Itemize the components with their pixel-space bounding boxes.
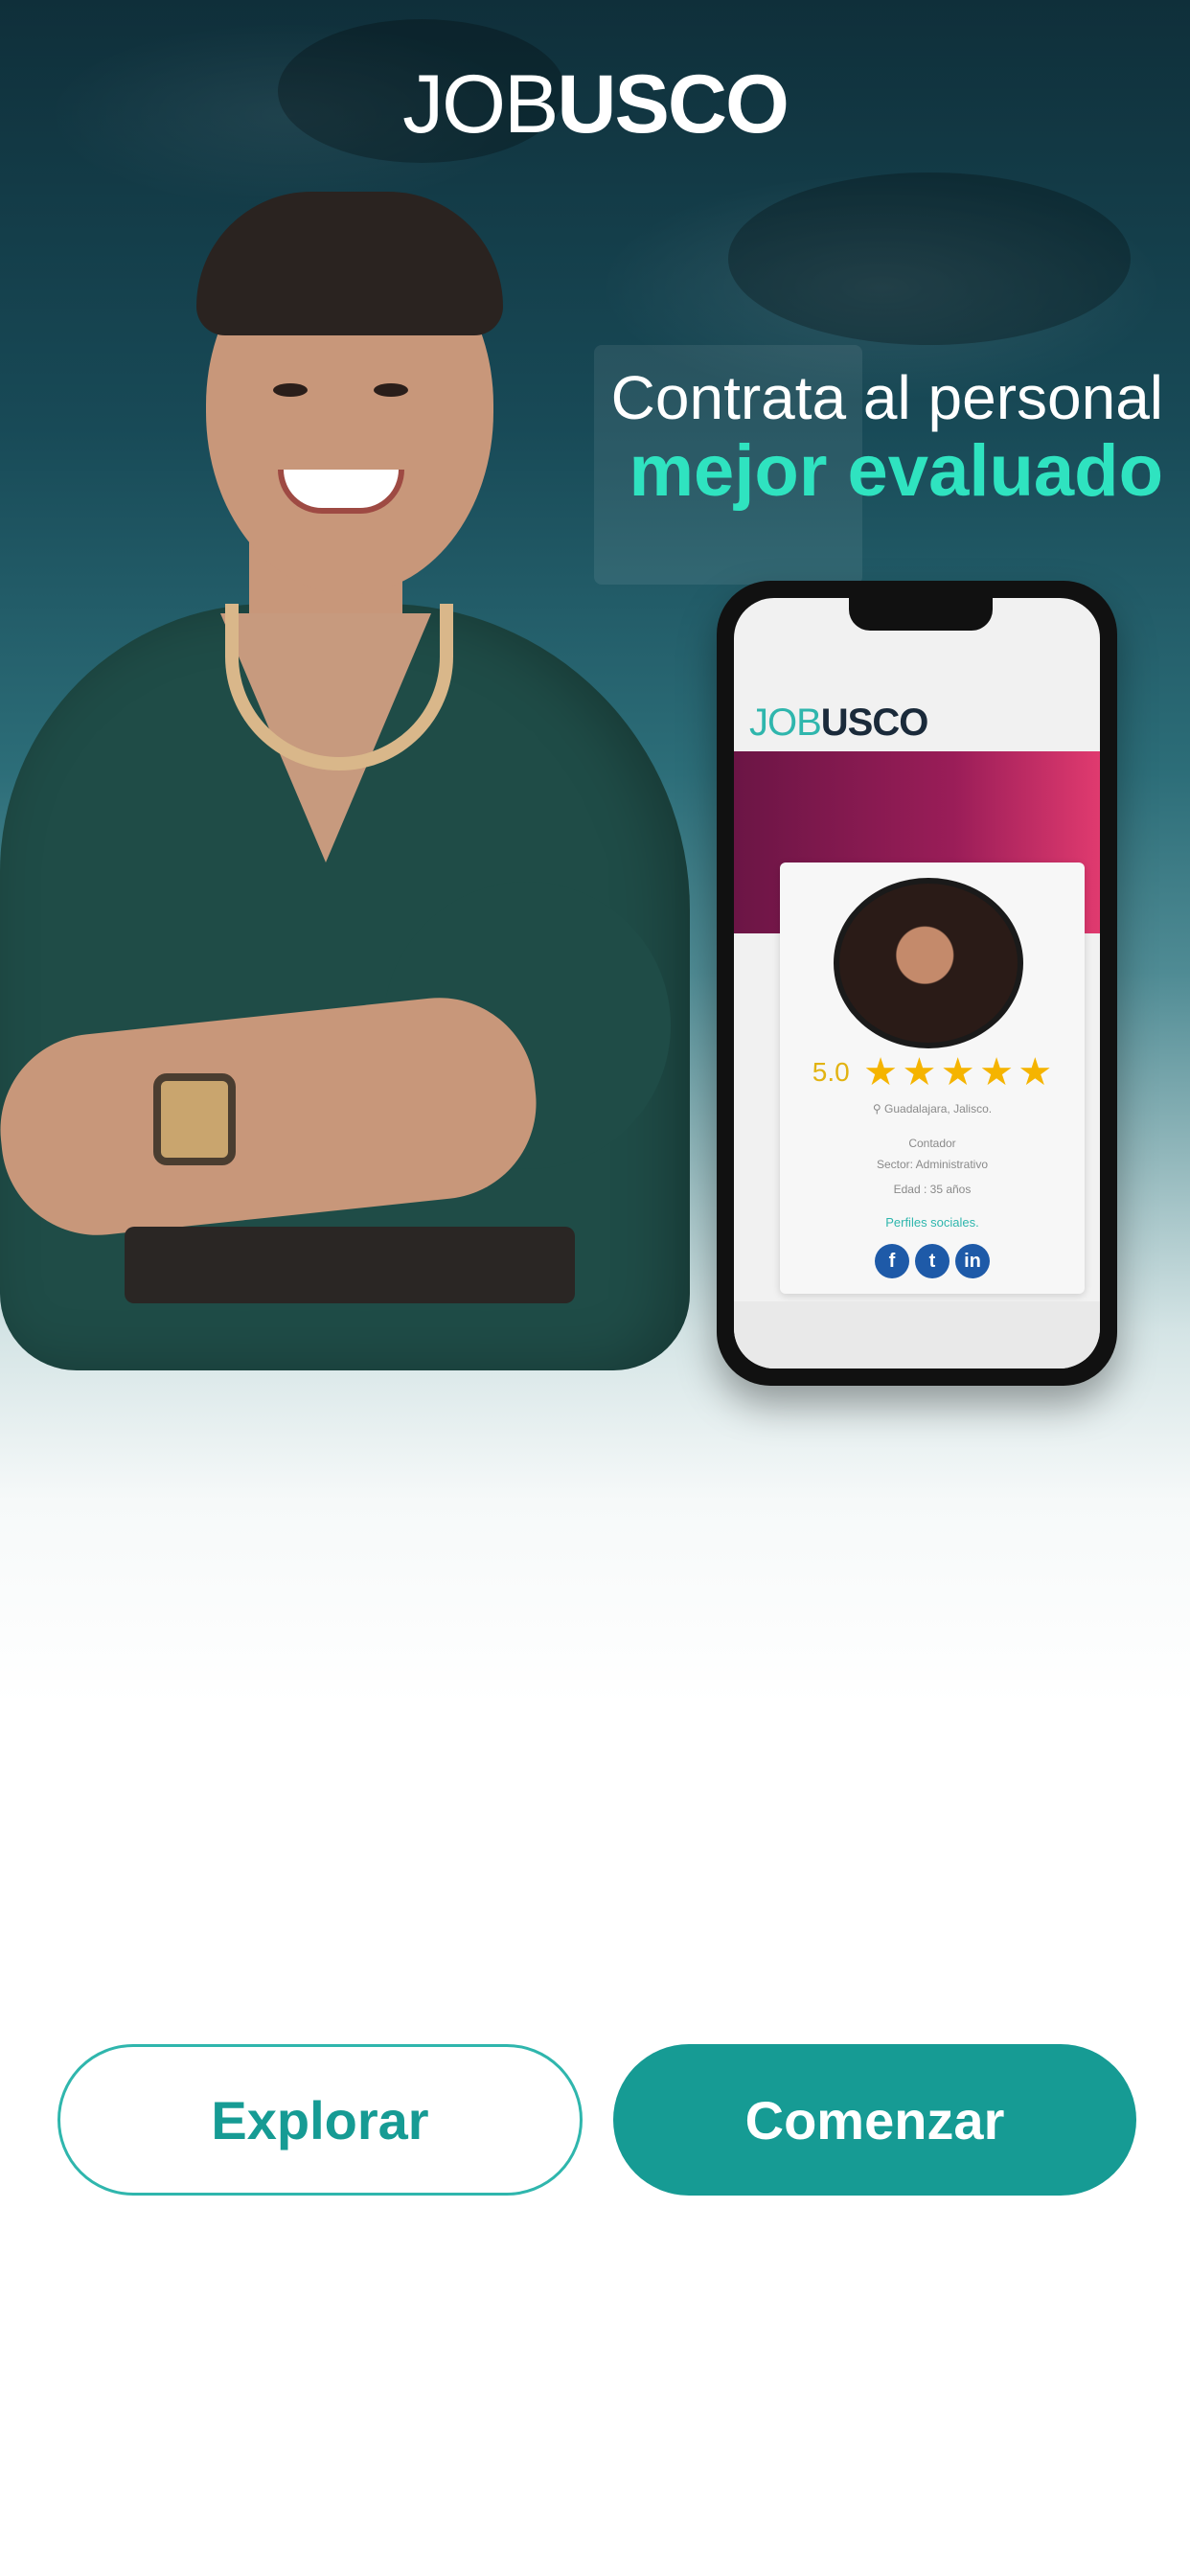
tagline-highlight: mejor evaluado <box>629 430 1163 513</box>
person-eye <box>374 383 408 397</box>
watch-icon <box>153 1073 236 1165</box>
profile-age: Edad : 35 años <box>893 1183 972 1196</box>
location-pin-icon: ⚲ <box>872 1102 885 1116</box>
phone-notch <box>849 598 993 631</box>
app-logo: JOBUSCO <box>0 63 1190 146</box>
phone-mockup: JOBUSCO 5.0 ★ ★ ★ ★ ★ ⚲ Guadalajara, Jal… <box>717 581 1117 1386</box>
star-icon: ★ <box>1018 1051 1053 1093</box>
rating-value: 5.0 <box>812 1057 850 1087</box>
star-icon: ★ <box>979 1051 1014 1093</box>
phone-logo-job: JOB <box>749 702 822 744</box>
star-icon: ★ <box>863 1051 898 1093</box>
person-eye <box>273 383 308 397</box>
phone-screen: JOBUSCO 5.0 ★ ★ ★ ★ ★ ⚲ Guadalajara, Jal… <box>734 598 1100 1368</box>
profile-role: Contador <box>908 1137 956 1150</box>
hero-person-illustration <box>0 153 728 1447</box>
logo-job: JOB <box>402 58 559 150</box>
phone-status-bar <box>753 636 1081 656</box>
profile-location: ⚲ Guadalajara, Jalisco. <box>780 1102 1085 1116</box>
person-belt <box>125 1227 575 1303</box>
logo-usco: USCO <box>557 58 789 150</box>
explore-button[interactable]: Explorar <box>57 2044 583 2196</box>
profile-card: 5.0 ★ ★ ★ ★ ★ ⚲ Guadalajara, Jalisco. Co… <box>780 862 1085 1294</box>
phone-logo-usco: USCO <box>820 702 929 744</box>
facebook-icon: f <box>875 1244 909 1278</box>
twitter-icon: t <box>915 1244 950 1278</box>
social-icons: f t in <box>780 1244 1085 1278</box>
onboarding-screen: JOBUSCO Contrata al personal mejor evalu… <box>0 0 1190 2576</box>
profile-avatar <box>834 878 1023 1048</box>
linkedin-icon: in <box>955 1244 990 1278</box>
background-lamp <box>728 172 1131 345</box>
tagline-top: Contrata al personal <box>610 363 1163 432</box>
profile-social-link: Perfiles sociales. <box>885 1215 979 1230</box>
star-icon: ★ <box>902 1051 937 1093</box>
phone-bottom-bar <box>734 1301 1100 1368</box>
profile-rating: 5.0 ★ ★ ★ ★ ★ <box>780 1050 1085 1094</box>
person-hair <box>196 192 503 335</box>
phone-app-logo: JOBUSCO <box>749 702 929 745</box>
hero-tagline: Contrata al personal mejor evaluado <box>611 364 1163 512</box>
profile-location-text: Guadalajara, Jalisco. <box>884 1102 993 1116</box>
profile-sector: Sector: Administrativo <box>876 1158 989 1171</box>
start-button[interactable]: Comenzar <box>613 2044 1136 2196</box>
star-icon: ★ <box>940 1051 975 1093</box>
